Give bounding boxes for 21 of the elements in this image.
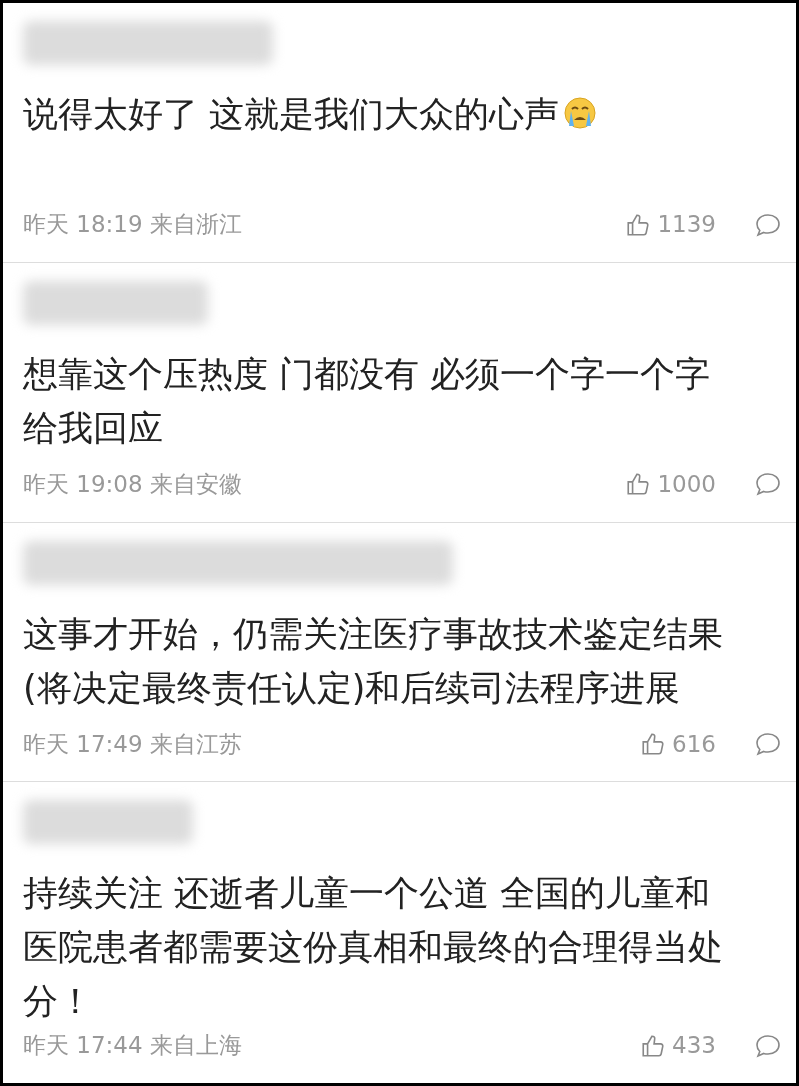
like-count: 1139 (657, 210, 716, 240)
comment-text: 说得太好了 这就是我们大众的心声 (23, 94, 598, 134)
comment-meta: 昨天 19:08 来自安徽 (23, 470, 242, 500)
comment-icon[interactable] (754, 731, 782, 758)
thumbs-up-icon[interactable] (640, 731, 667, 758)
thumbs-up-icon[interactable] (625, 211, 652, 238)
thumbs-up-icon[interactable] (625, 471, 652, 498)
like-count: 1000 (657, 470, 716, 500)
comment-meta: 昨天 17:44 来自上海 (23, 1031, 242, 1061)
comment-meta: 昨天 17:49 来自江苏 (23, 730, 242, 759)
comment-icon[interactable] (754, 471, 782, 498)
comment-icon[interactable] (754, 211, 782, 238)
comment-text: 想靠这个压热度 门都没有 必须一个字一个字给我回应 (23, 353, 711, 448)
comment-text: 持续关注 还逝者儿童一个公道 全国的儿童和医院患者都需要这份真相和最终的合理得当处分！ (23, 873, 723, 1022)
comment-meta: 昨天 18:19 来自浙江 (23, 210, 242, 240)
like-count: 616 (672, 730, 716, 759)
like-count: 433 (672, 1031, 716, 1061)
thumbs-up-icon[interactable] (640, 1032, 667, 1059)
comment-icon[interactable] (754, 1032, 782, 1059)
crying-face-icon (563, 96, 598, 130)
comment-text: 这事才开始，仍需关注医疗事故技术鉴定结果(将决定最终责任认定)和后续司法程序进展 (23, 613, 723, 708)
